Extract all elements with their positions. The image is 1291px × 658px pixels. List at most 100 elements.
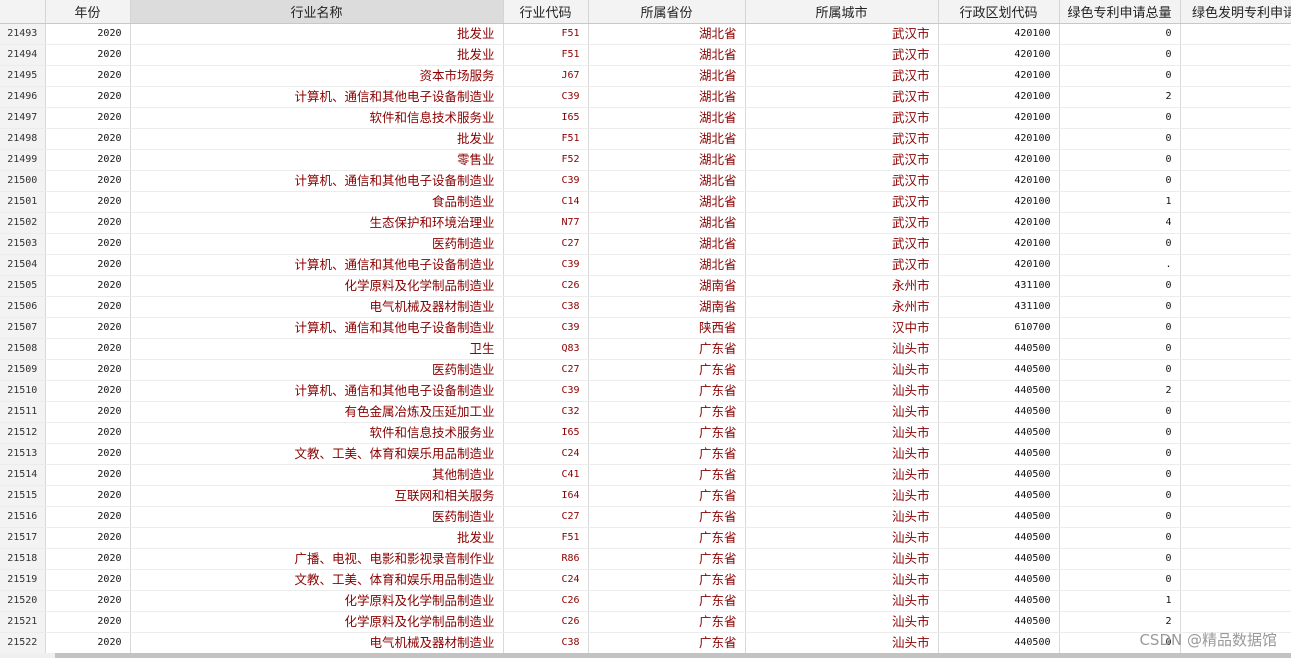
table-row[interactable]: 214982020批发业F51湖北省武汉市42010000 — [0, 128, 1291, 150]
cell-green-patent-total[interactable]: 0 — [1059, 44, 1181, 66]
cell-obs[interactable]: 21501 — [0, 191, 46, 213]
table-row[interactable]: 215092020医药制造业C27广东省汕头市44050000 — [0, 359, 1291, 381]
cell-obs[interactable]: 21514 — [0, 464, 46, 486]
cell-green-invention-patent[interactable]: . — [1180, 254, 1291, 276]
table-row[interactable]: 214972020软件和信息技术服务业I65湖北省武汉市42010000 — [0, 107, 1291, 129]
column-header-obs[interactable] — [0, 0, 46, 24]
cell-industry-code[interactable]: F51 — [503, 128, 589, 150]
cell-green-patent-total[interactable]: 0 — [1059, 569, 1181, 591]
cell-obs[interactable]: 21494 — [0, 44, 46, 66]
cell-region-code[interactable]: 420100 — [938, 65, 1060, 87]
cell-green-patent-total[interactable]: 1 — [1059, 590, 1181, 612]
cell-city[interactable]: 汕头市 — [745, 338, 939, 360]
cell-industry-name[interactable]: 计算机、通信和其他电子设备制造业 — [130, 254, 504, 276]
cell-year[interactable]: 2020 — [45, 275, 131, 297]
cell-city[interactable]: 武汉市 — [745, 44, 939, 66]
table-row[interactable]: 215202020化学原料及化学制品制造业C26广东省汕头市44050010 — [0, 590, 1291, 612]
cell-province[interactable]: 广东省 — [588, 380, 746, 402]
cell-green-invention-patent[interactable]: 0 — [1180, 149, 1291, 171]
cell-region-code[interactable]: 420100 — [938, 191, 1060, 213]
cell-green-invention-patent[interactable]: 0 — [1180, 485, 1291, 507]
cell-industry-name[interactable]: 文教、工美、体育和娱乐用品制造业 — [130, 569, 504, 591]
cell-green-invention-patent[interactable]: 0 — [1180, 233, 1291, 255]
cell-year[interactable]: 2020 — [45, 506, 131, 528]
table-row[interactable]: 21500 2020 计算机、通信和其他电子设备制造业 C39 湖北省 武汉市 420100… — [0, 170, 1291, 192]
cell-industry-code[interactable]: C24 — [503, 569, 589, 591]
cell-region-code[interactable]: 420100 — [938, 170, 1060, 192]
cell-province[interactable]: 湖北省 — [588, 212, 746, 234]
cell-region-code[interactable]: 420100 — [938, 107, 1060, 129]
cell-city[interactable]: 汕头市 — [745, 422, 939, 444]
cell-region-code[interactable]: 440500 — [938, 422, 1060, 444]
cell-industry-name[interactable]: 资本市场服务 — [130, 65, 504, 87]
cell-year[interactable]: 2020 — [45, 569, 131, 591]
cell-industry-name[interactable]: 生态保护和环境治理业 — [130, 212, 504, 234]
cell-city[interactable]: 武汉市 — [745, 23, 939, 45]
cell-obs[interactable]: 21509 — [0, 359, 46, 381]
table-row[interactable]: 21504 2020 计算机、通信和其他电子设备制造业 C39 湖北省 武汉市 420100… — [0, 254, 1291, 276]
table-row[interactable]: 215122020软件和信息技术服务业I65广东省汕头市44050000 — [0, 422, 1291, 444]
cell-obs[interactable]: 21504 — [0, 254, 46, 276]
cell-year[interactable]: 2020 — [45, 317, 131, 339]
cell-year[interactable]: 2020 — [45, 86, 131, 108]
cell-industry-name[interactable]: 互联网和相关服务 — [130, 485, 504, 507]
cell-green-patent-total[interactable]: 0 — [1059, 128, 1181, 150]
table-row[interactable]: 214942020批发业F51湖北省武汉市42010000 — [0, 44, 1291, 66]
cell-green-patent-total[interactable]: 4 — [1059, 212, 1181, 234]
data-grid[interactable]: 年份 行业名称 行业代码 所属省份 所属城市 行政区划代码 绿色专利申请总量 绿… — [0, 0, 1291, 653]
cell-industry-code[interactable]: C38 — [503, 632, 589, 653]
cell-green-patent-total[interactable]: 2 — [1059, 380, 1181, 402]
cell-industry-code[interactable]: F52 — [503, 149, 589, 171]
cell-green-invention-patent[interactable]: 0 — [1180, 317, 1291, 339]
cell-green-patent-total[interactable]: 0 — [1059, 548, 1181, 570]
cell-city[interactable]: 汕头市 — [745, 632, 939, 653]
cell-province[interactable]: 湖北省 — [588, 170, 746, 192]
table-row[interactable]: 21513 2020 文教、工美、体育和娱乐用品制造业 C24 广东省 汕头市 440500… — [0, 443, 1291, 465]
cell-region-code[interactable]: 431100 — [938, 275, 1060, 297]
cell-year[interactable]: 2020 — [45, 611, 131, 633]
column-header-industry-name[interactable]: 行业名称 — [130, 0, 504, 24]
cell-green-invention-patent[interactable]: 0 — [1180, 338, 1291, 360]
cell-year[interactable]: 2020 — [45, 548, 131, 570]
table-row[interactable]: 215172020批发业F51广东省汕头市44050000 — [0, 527, 1291, 549]
cell-region-code[interactable]: 420100 — [938, 212, 1060, 234]
cell-year[interactable]: 2020 — [45, 359, 131, 381]
table-row[interactable]: 215032020医药制造业C27湖北省武汉市42010000 — [0, 233, 1291, 255]
cell-province[interactable]: 广东省 — [588, 590, 746, 612]
cell-green-invention-patent[interactable]: 0 — [1180, 527, 1291, 549]
cell-industry-code[interactable]: J67 — [503, 65, 589, 87]
cell-green-patent-total[interactable]: 0 — [1059, 107, 1181, 129]
cell-obs[interactable]: 21516 — [0, 506, 46, 528]
cell-year[interactable]: 2020 — [45, 464, 131, 486]
cell-industry-name[interactable]: 电气机械及器材制造业 — [130, 632, 504, 653]
cell-region-code[interactable]: 440500 — [938, 632, 1060, 653]
cell-industry-code[interactable]: F51 — [503, 527, 589, 549]
cell-obs[interactable]: 21520 — [0, 590, 46, 612]
scrollbar-thumb[interactable] — [55, 653, 1291, 658]
cell-city[interactable]: 汕头市 — [745, 569, 939, 591]
cell-green-invention-patent[interactable]: 0 — [1180, 422, 1291, 444]
cell-green-invention-patent[interactable]: 0 — [1180, 65, 1291, 87]
cell-city[interactable]: 汕头市 — [745, 401, 939, 423]
table-row[interactable]: 215222020电气机械及器材制造业C38广东省汕头市44050000 — [0, 632, 1291, 653]
cell-industry-name[interactable]: 医药制造业 — [130, 359, 504, 381]
cell-green-invention-patent[interactable]: 0 — [1180, 359, 1291, 381]
cell-province[interactable]: 湖北省 — [588, 23, 746, 45]
table-row[interactable]: 215082020卫生Q83广东省汕头市44050000 — [0, 338, 1291, 360]
cell-province[interactable]: 湖北省 — [588, 128, 746, 150]
cell-industry-name[interactable]: 批发业 — [130, 527, 504, 549]
table-row[interactable]: 214932020批发业F51湖北省武汉市42010000 — [0, 23, 1291, 45]
cell-green-patent-total[interactable]: 0 — [1059, 401, 1181, 423]
cell-obs[interactable]: 21498 — [0, 128, 46, 150]
cell-obs[interactable]: 21519 — [0, 569, 46, 591]
cell-region-code[interactable]: 420100 — [938, 149, 1060, 171]
cell-province[interactable]: 广东省 — [588, 485, 746, 507]
table-row[interactable]: 21518 2020 广播、电视、电影和影视录音制作业 R86 广东省 汕头市 440500… — [0, 548, 1291, 570]
cell-province[interactable]: 湖南省 — [588, 296, 746, 318]
cell-year[interactable]: 2020 — [45, 107, 131, 129]
cell-green-patent-total[interactable]: 0 — [1059, 485, 1181, 507]
cell-industry-name[interactable]: 广播、电视、电影和影视录音制作业 — [130, 548, 504, 570]
cell-obs[interactable]: 21495 — [0, 65, 46, 87]
cell-industry-code[interactable]: C26 — [503, 590, 589, 612]
cell-obs[interactable]: 21521 — [0, 611, 46, 633]
